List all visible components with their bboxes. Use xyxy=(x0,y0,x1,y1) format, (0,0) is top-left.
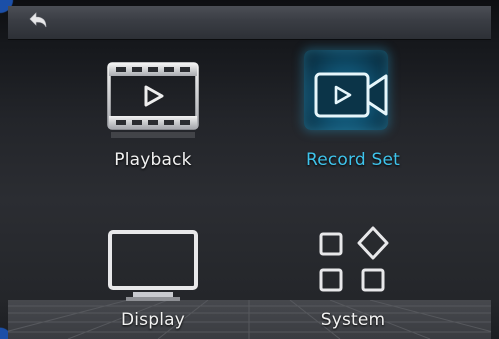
menu-item-label: Record Set xyxy=(305,150,401,170)
menu-item-label: Display xyxy=(120,310,186,330)
menu-item-display[interactable]: Display xyxy=(78,226,228,339)
menu-item-label: System xyxy=(320,310,386,330)
video-camera-icon xyxy=(278,46,428,146)
back-arrow-icon xyxy=(29,12,47,28)
menu-item-system[interactable]: System xyxy=(278,226,428,339)
menu-item-record-set[interactable]: Record Set xyxy=(278,46,428,174)
back-button[interactable] xyxy=(24,10,52,34)
film-play-icon xyxy=(78,56,228,156)
menu-item-label: Playback xyxy=(114,150,192,170)
menu-item-playback[interactable]: Playback xyxy=(78,56,228,184)
menu-screen: Playback Record Set Display System xyxy=(0,0,499,339)
header-bar xyxy=(8,6,491,40)
